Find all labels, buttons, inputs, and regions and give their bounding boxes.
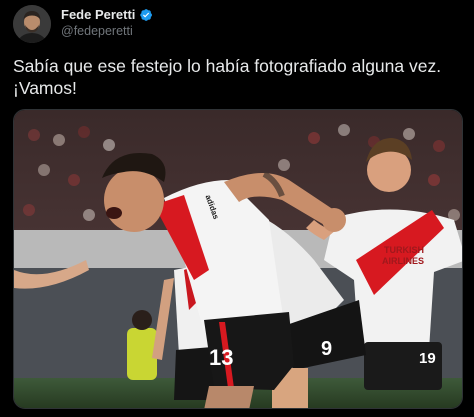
- tweet-text-line-2: ¡Vamos!: [13, 78, 77, 98]
- number-right: 19: [419, 350, 436, 367]
- author-handle[interactable]: @fedeperetti: [61, 24, 133, 38]
- author-avatar[interactable]: [13, 5, 51, 43]
- number-middle: 9: [321, 338, 332, 360]
- profile-photo-icon: [13, 5, 51, 43]
- sponsor-line-1: TURKISH: [384, 245, 424, 255]
- tweet-photo[interactable]: 19 TURKISH AIRLINES 9 13 adidas: [13, 109, 463, 409]
- author-display-name[interactable]: Fede Peretti: [61, 7, 135, 22]
- number-front: 13: [209, 345, 233, 370]
- football-celebration-photo: 19 TURKISH AIRLINES 9 13 adidas: [14, 110, 462, 408]
- tweet-text: Sabía que ese festejo lo había fotografi…: [13, 55, 463, 99]
- author-name-row: Fede Peretti: [61, 7, 153, 22]
- sponsor-line-2: AIRLINES: [382, 256, 424, 266]
- tweet: Fede Peretti @fedeperetti Sabía que ese …: [0, 0, 474, 417]
- tweet-text-line-1: Sabía que ese festejo lo había fotografi…: [13, 56, 442, 76]
- verified-badge-icon: [139, 8, 153, 22]
